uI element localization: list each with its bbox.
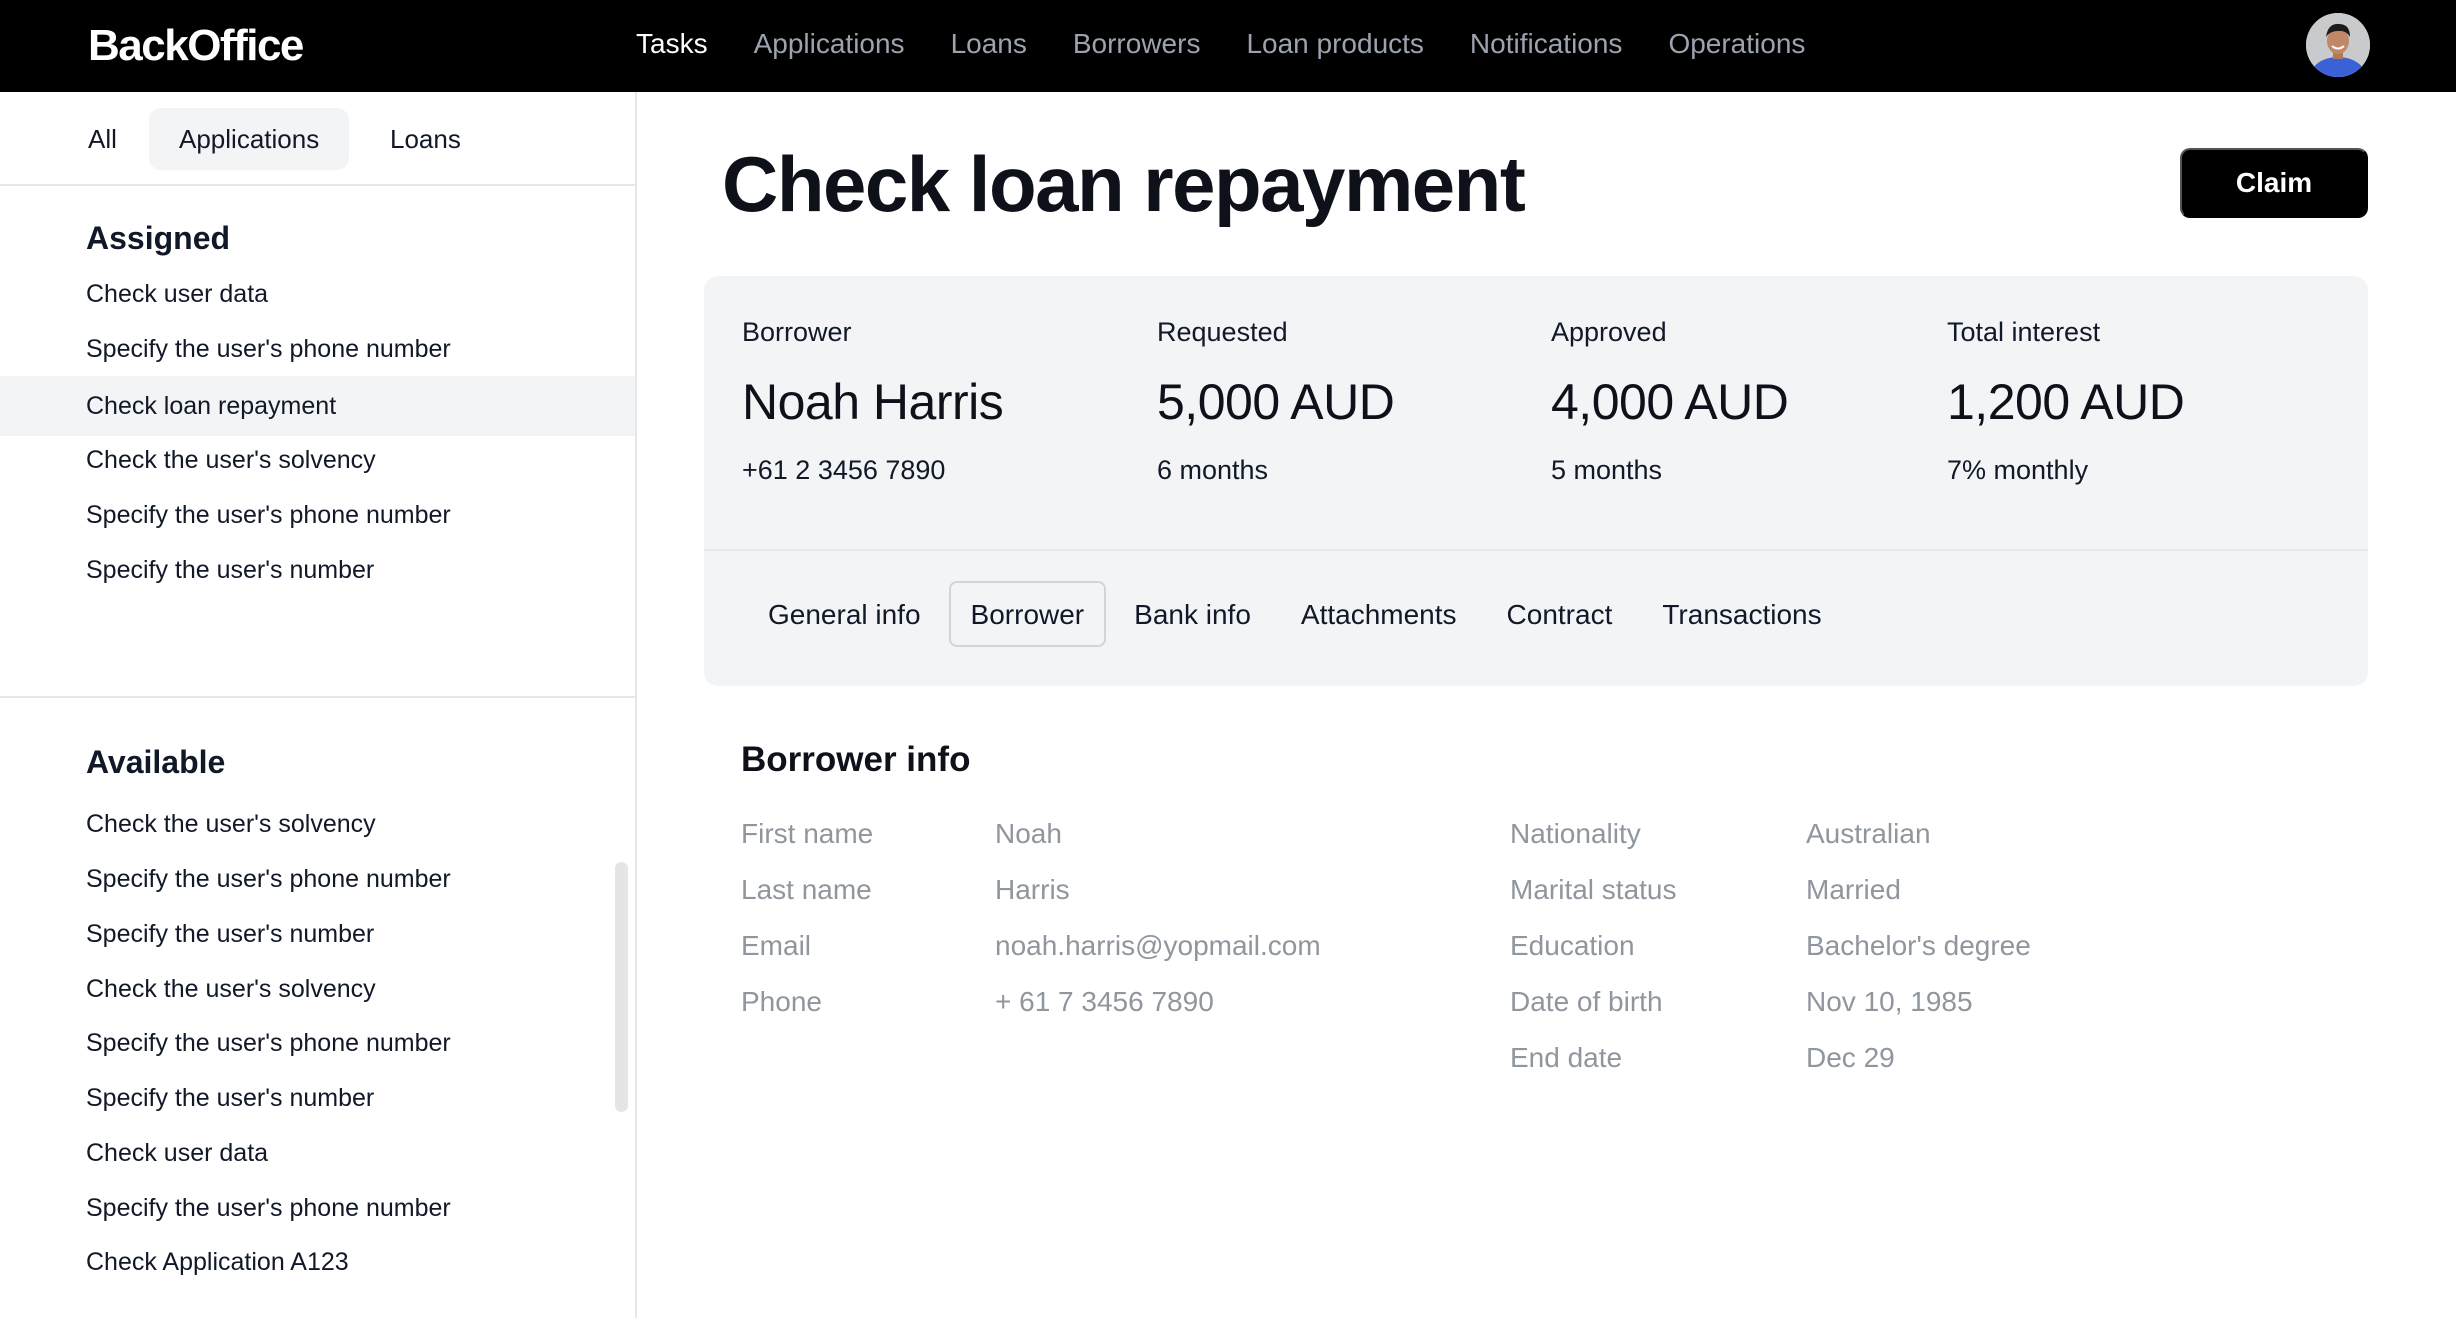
user-avatar[interactable] [2306,13,2370,77]
stat-sub: +61 2 3456 7890 [742,455,946,485]
filter-tab-loans[interactable]: Loans [360,108,491,170]
summary-approved: Approved 4,000 AUD 5 months [1551,314,1789,488]
claim-button[interactable]: Claim [2180,148,2368,218]
info-row-education: Education Bachelor's degree [1510,918,2031,974]
card-divider [704,549,2368,551]
info-value: Dec 29 [1806,1042,1895,1073]
stat-value: 5,000 AUD [1157,374,1395,430]
info-row-email: Email noah.harris@yopmail.com [741,918,1321,974]
assigned-section-title: Assigned [86,220,231,256]
info-row-marital-status: Marital status Married [1510,862,2031,918]
info-row-date-of-birth: Date of birth Nov 10, 1985 [1510,974,2031,1030]
info-value: + 61 7 3456 7890 [995,986,1214,1017]
info-value: Harris [995,874,1070,905]
stat-value: 4,000 AUD [1551,374,1789,430]
tab-bank-info[interactable]: Bank info [1112,581,1273,647]
info-value: noah.harris@yopmail.com [995,930,1321,961]
info-row-nationality: Nationality Australian [1510,806,2031,862]
sidebar-scrollbar[interactable] [615,862,628,1112]
nav-item-loan-products[interactable]: Loan products [1246,24,1423,64]
info-label: Date of birth [1510,986,1663,1017]
available-task-item[interactable]: Check the user's solvency [0,959,635,1019]
stat-label: Borrower [742,317,852,347]
info-label: Last name [741,874,872,905]
nav-item-notifications[interactable]: Notifications [1470,24,1623,64]
app-logo[interactable]: BackOffice [88,18,304,74]
info-label: End date [1510,1042,1623,1073]
assigned-task-item[interactable]: Specify the user's number [0,540,635,600]
info-value: Bachelor's degree [1806,930,2031,961]
info-value: Married [1806,874,1901,905]
nav-item-borrowers[interactable]: Borrowers [1073,24,1201,64]
info-label: Nationality [1510,818,1641,849]
stat-label: Approved [1551,317,1667,347]
info-value: Noah [995,818,1062,849]
info-label: Email [741,930,812,961]
available-task-item[interactable]: Specify the user's number [0,904,635,964]
info-label: First name [741,818,874,849]
stat-sub: 5 months [1551,455,1663,485]
summary-borrower: Borrower Noah Harris +61 2 3456 7890 [742,314,1004,488]
filter-tab-applications[interactable]: Applications [149,108,350,170]
info-row-end-date: End date Dec 29 [1510,1030,2031,1086]
info-label: Phone [741,986,822,1017]
tab-general-info[interactable]: General info [746,581,943,647]
loan-summary-card: Borrower Noah Harris +61 2 3456 7890 Req… [704,276,2368,686]
available-task-item[interactable]: Specify the user's phone number [0,1013,635,1073]
info-row-phone: Phone + 61 7 3456 7890 [741,974,1321,1030]
stat-value: 1,200 AUD [1947,374,2185,430]
available-section-title: Available [86,744,226,780]
task-sidebar: All Applications Loans Assigned Check us… [0,92,637,1318]
assigned-task-item[interactable]: Check user data [0,264,635,324]
nav-item-operations[interactable]: Operations [1668,24,1805,64]
info-value: Nov 10, 1985 [1806,986,1973,1017]
assigned-task-item-selected[interactable]: Check loan repayment [0,376,635,436]
summary-total-interest: Total interest 1,200 AUD 7% monthly [1947,314,2185,488]
tab-attachments[interactable]: Attachments [1279,581,1479,647]
available-task-item[interactable]: Specify the user's number [0,1068,635,1128]
info-label: Marital status [1510,874,1677,905]
top-navigation-bar: BackOffice Tasks Applications Loans Borr… [0,0,2456,92]
nav-item-loans[interactable]: Loans [951,24,1027,64]
info-row-first-name: First name Noah [741,806,1321,862]
assigned-task-item[interactable]: Specify the user's phone number [0,319,635,379]
tab-borrower[interactable]: Borrower [948,581,1107,647]
summary-requested: Requested 5,000 AUD 6 months [1157,314,1395,488]
borrower-info-title: Borrower info [741,740,971,779]
tab-transactions[interactable]: Transactions [1640,581,1843,647]
detail-tabs: General info Borrower Bank info Attachme… [746,581,1850,647]
borrower-info-left: First name Noah Last name Harris Email n… [741,806,1321,1030]
stat-sub: 6 months [1157,455,1269,485]
task-filter-tabs: All Applications Loans [0,92,635,186]
user-avatar-icon [2306,13,2370,77]
nav-item-tasks[interactable]: Tasks [636,24,708,64]
available-task-item[interactable]: Check the user's solvency [0,794,635,854]
stat-value: Noah Harris [742,374,1004,430]
nav-item-applications[interactable]: Applications [754,24,905,64]
stat-sub: 7% monthly [1947,455,2089,485]
info-value: Australian [1806,818,1931,849]
available-task-item[interactable]: Specify the user's phone number [0,849,635,909]
borrower-info-right: Nationality Australian Marital status Ma… [1510,806,2031,1086]
available-task-item[interactable]: Specify the user's phone number [0,1178,635,1238]
info-row-last-name: Last name Harris [741,862,1321,918]
tab-contract[interactable]: Contract [1485,581,1635,647]
available-task-item[interactable]: Check Application A123 [0,1232,635,1292]
filter-tab-all[interactable]: All [58,108,147,170]
info-label: Education [1510,930,1635,961]
stat-label: Requested [1157,317,1288,347]
available-task-item[interactable]: Check user data [0,1123,635,1183]
main-nav: Tasks Applications Loans Borrowers Loan … [636,24,1851,64]
page-title: Check loan repayment [722,140,1526,228]
assigned-task-item[interactable]: Check the user's solvency [0,430,635,490]
section-divider [0,696,635,698]
stat-label: Total interest [1947,317,2101,347]
assigned-task-item[interactable]: Specify the user's phone number [0,485,635,545]
